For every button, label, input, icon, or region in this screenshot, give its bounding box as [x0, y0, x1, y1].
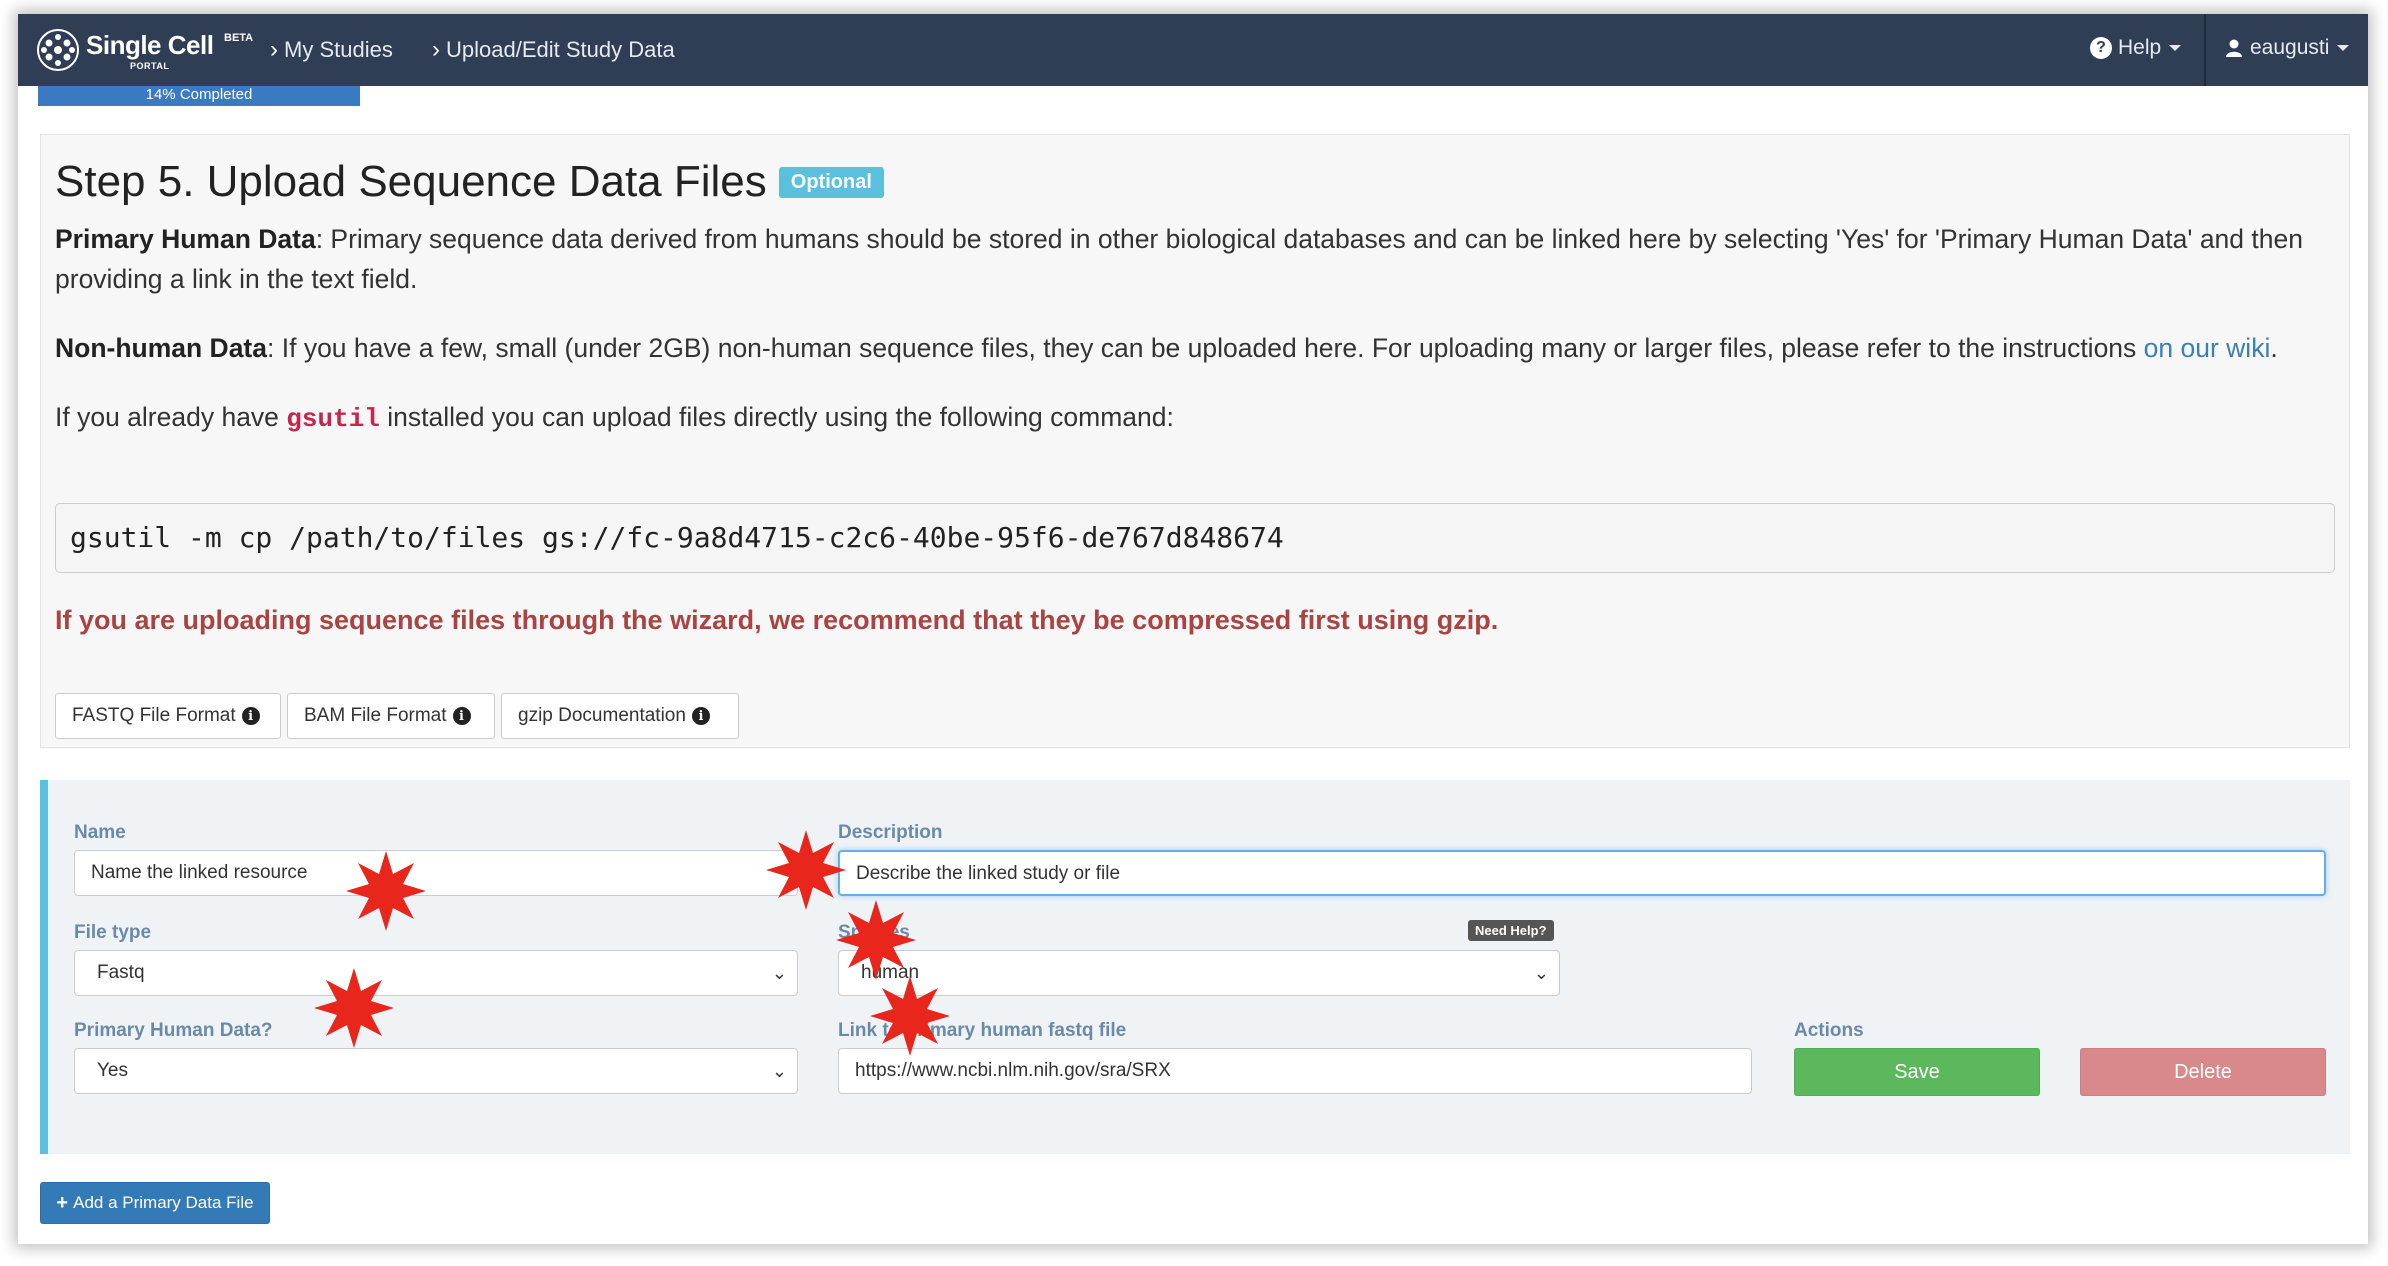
primary-human-paragraph: Primary Human Data: Primary sequence dat…	[55, 219, 2335, 299]
add-primary-data-file-button[interactable]: + Add a Primary Data File	[40, 1182, 270, 1224]
primary-human-text: : Primary sequence data derived from hum…	[55, 224, 2303, 294]
fastq-format-label: FASTQ File Format	[72, 705, 236, 726]
file-type-select[interactable]: Fastq ⌄	[74, 950, 798, 996]
user-label: eaugusti	[2250, 36, 2330, 59]
chevron-down-icon: ⌄	[1533, 963, 1549, 983]
user-icon	[2226, 39, 2242, 57]
delete-button[interactable]: Delete	[2080, 1048, 2326, 1096]
logo-text: Single Cell BETA PORTAL	[86, 28, 266, 72]
gsutil-paragraph: If you already have gsutil installed you…	[55, 397, 2335, 439]
logo-title: Single Cell	[86, 30, 214, 60]
non-human-end: .	[2270, 333, 2278, 363]
bam-format-button[interactable]: BAM File Format i	[287, 693, 495, 739]
primary-human-heading: Primary Human Data	[55, 224, 316, 254]
gzip-docs-button[interactable]: gzip Documentation i	[501, 693, 739, 739]
fastq-format-button[interactable]: FASTQ File Format i	[55, 693, 281, 739]
info-circle-icon: i	[452, 707, 471, 725]
breadcrumb-label: My Studies	[284, 37, 393, 62]
non-human-text: : If you have a few, small (under 2GB) n…	[267, 333, 2144, 363]
non-human-paragraph: Non-human Data: If you have a few, small…	[55, 328, 2335, 368]
chevron-right-icon: ›	[270, 36, 278, 63]
save-button[interactable]: Save	[1794, 1048, 2040, 1096]
caret-down-icon	[2169, 45, 2182, 51]
site-logo[interactable]: Single Cell BETA PORTAL	[36, 28, 266, 72]
chevron-right-icon: ›	[432, 36, 440, 63]
gsutil-code: gsutil	[286, 404, 380, 434]
step-title: Step 5. Upload Sequence Data Files Optio…	[55, 157, 884, 207]
logo-beta-tag: BETA	[224, 32, 254, 44]
breadcrumb-my-studies[interactable]: › My Studies	[270, 36, 393, 64]
primary-human-value: Yes	[97, 1060, 128, 1081]
description-input[interactable]: Describe the linked study or file	[838, 850, 2326, 896]
red-star-annotation	[314, 968, 394, 1048]
logo-icon	[37, 29, 79, 71]
file-type-label: File type	[74, 922, 152, 943]
logo-portal-tag: PORTAL	[130, 61, 170, 71]
gsutil-command-box[interactable]: gsutil -m cp /path/to/files gs://fc-9a8d…	[55, 503, 2335, 573]
gsutil-pre: If you already have	[55, 402, 287, 432]
plus-icon: +	[56, 1191, 69, 1214]
info-circle-icon: i	[241, 707, 260, 725]
breadcrumb-label: Upload/Edit Study Data	[446, 37, 675, 62]
top-navbar: Single Cell BETA PORTAL › My Studies › U…	[18, 14, 2368, 86]
app-window: Single Cell BETA PORTAL › My Studies › U…	[18, 14, 2368, 1244]
chevron-down-icon: ⌄	[771, 1061, 787, 1081]
bam-format-label: BAM File Format	[304, 705, 447, 726]
optional-badge: Optional	[778, 166, 884, 198]
actions-label: Actions	[1794, 1020, 1864, 1041]
step-title-text: Step 5. Upload Sequence Data Files	[55, 157, 767, 206]
progress-label: 14% Completed	[145, 86, 253, 103]
primary-human-select[interactable]: Yes ⌄	[74, 1048, 798, 1094]
user-menu[interactable]: eaugusti	[2224, 36, 2350, 60]
name-input[interactable]: Name the linked resource	[74, 850, 798, 896]
red-star-annotation	[836, 900, 916, 980]
non-human-heading: Non-human Data	[55, 333, 267, 363]
fastq-link-input[interactable]: https://www.ncbi.nlm.nih.gov/sra/SRX	[838, 1048, 1752, 1094]
file-type-value: Fastq	[97, 962, 145, 983]
red-star-annotation	[346, 851, 426, 931]
help-menu[interactable]: ? Help	[2090, 36, 2182, 60]
step-panel: Step 5. Upload Sequence Data Files Optio…	[40, 134, 2350, 748]
primary-human-label: Primary Human Data?	[74, 1020, 273, 1041]
name-label: Name	[74, 822, 126, 843]
wiki-link[interactable]: on our wiki	[2144, 333, 2271, 363]
red-star-annotation	[870, 976, 950, 1056]
gsutil-post: installed you can upload files directly …	[379, 402, 1174, 432]
gzip-warning: If you are uploading sequence files thro…	[55, 605, 1499, 635]
help-label: Help	[2118, 36, 2162, 59]
question-circle-icon: ?	[2090, 37, 2112, 59]
navbar-divider	[2204, 14, 2206, 86]
gzip-docs-label: gzip Documentation	[518, 705, 686, 726]
caret-down-icon	[2337, 45, 2350, 51]
breadcrumb-upload-edit[interactable]: › Upload/Edit Study Data	[432, 36, 675, 64]
info-circle-icon: i	[691, 707, 710, 725]
wizard-progress-bar: 14% Completed	[38, 86, 360, 106]
need-help-button[interactable]: Need Help?	[1468, 920, 1554, 941]
description-label: Description	[838, 822, 943, 843]
add-primary-data-file-label: Add a Primary Data File	[73, 1193, 254, 1212]
chevron-down-icon: ⌄	[771, 963, 787, 983]
